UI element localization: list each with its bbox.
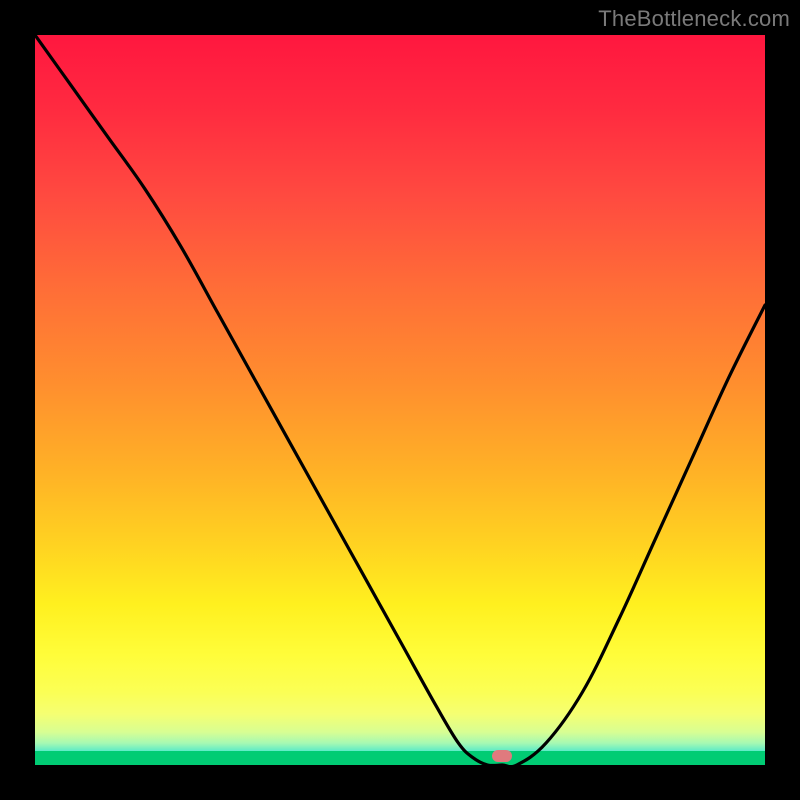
watermark-text: TheBottleneck.com [598, 6, 790, 32]
bottleneck-curve [35, 35, 765, 765]
optimal-point-marker [492, 750, 512, 762]
plot-area [35, 35, 765, 765]
chart-frame: TheBottleneck.com [0, 0, 800, 800]
